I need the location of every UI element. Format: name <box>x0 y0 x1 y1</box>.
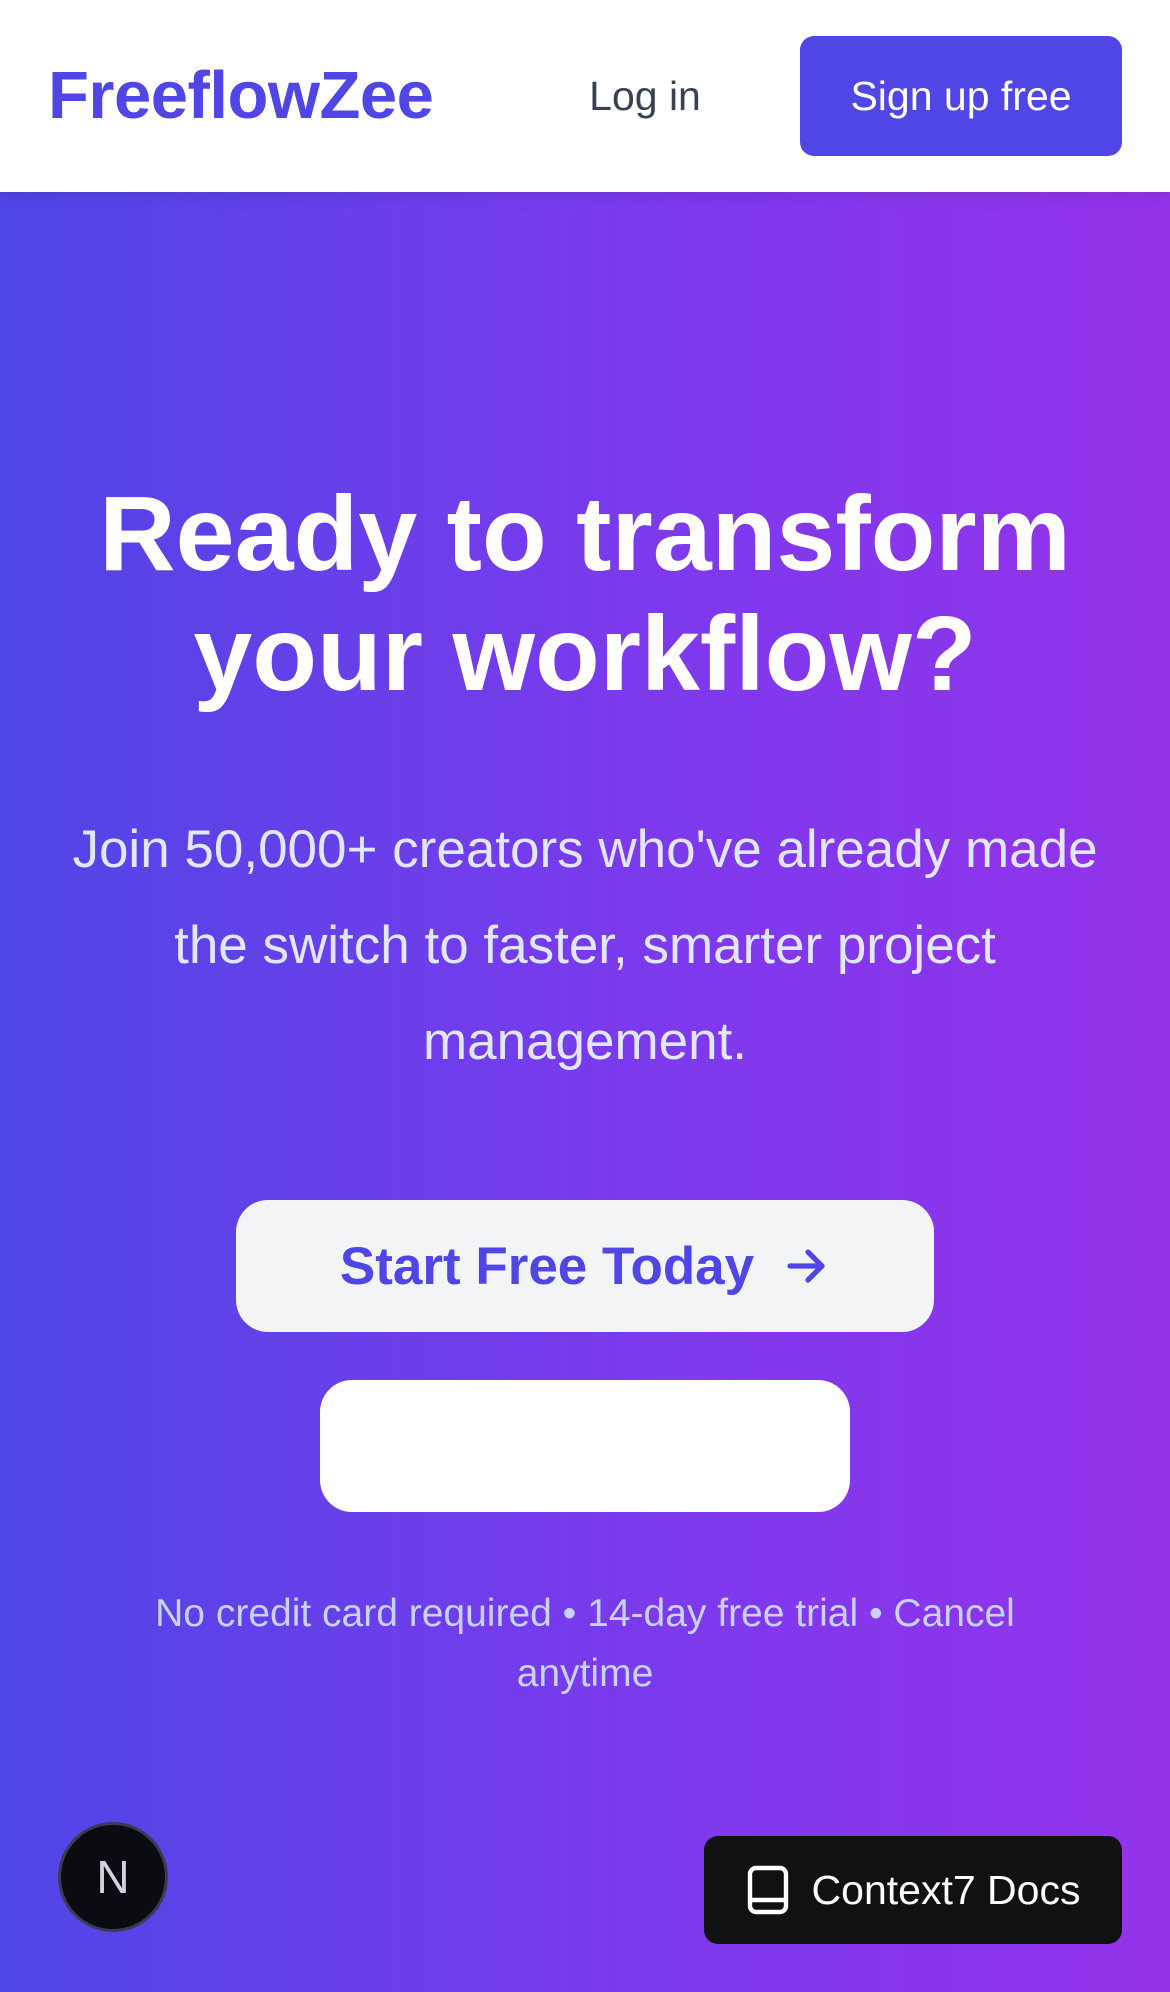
docs-label: Context7 Docs <box>811 1866 1081 1913</box>
hero-subtitle: Join 50,000+ creators who've already mad… <box>72 820 1098 1071</box>
context7-docs-button[interactable]: Context7 Docs <box>704 1836 1122 1944</box>
hero-title: Ready to transform your workflow? <box>99 475 1071 713</box>
next-logo-icon: N <box>96 1851 130 1903</box>
site-header: FreeflowZee Log in Sign up free <box>0 0 1170 192</box>
signup-button[interactable]: Sign up free <box>800 36 1122 156</box>
start-free-label: Start Free Today <box>339 1236 755 1296</box>
brand-logo[interactable]: FreeflowZee <box>48 58 434 134</box>
secondary-cta-button[interactable] <box>320 1380 850 1512</box>
book-icon <box>747 1865 788 1915</box>
arrow-right-icon <box>787 1249 825 1283</box>
nextjs-dev-badge[interactable]: N <box>58 1822 168 1932</box>
login-link[interactable]: Log in <box>560 56 730 136</box>
hero-section: Ready to transform your workflow? Join 5… <box>0 192 1170 1992</box>
fineprint-text: No credit card required • 14-day free tr… <box>155 1592 1015 1695</box>
start-free-button[interactable]: Start Free Today <box>236 1200 934 1332</box>
